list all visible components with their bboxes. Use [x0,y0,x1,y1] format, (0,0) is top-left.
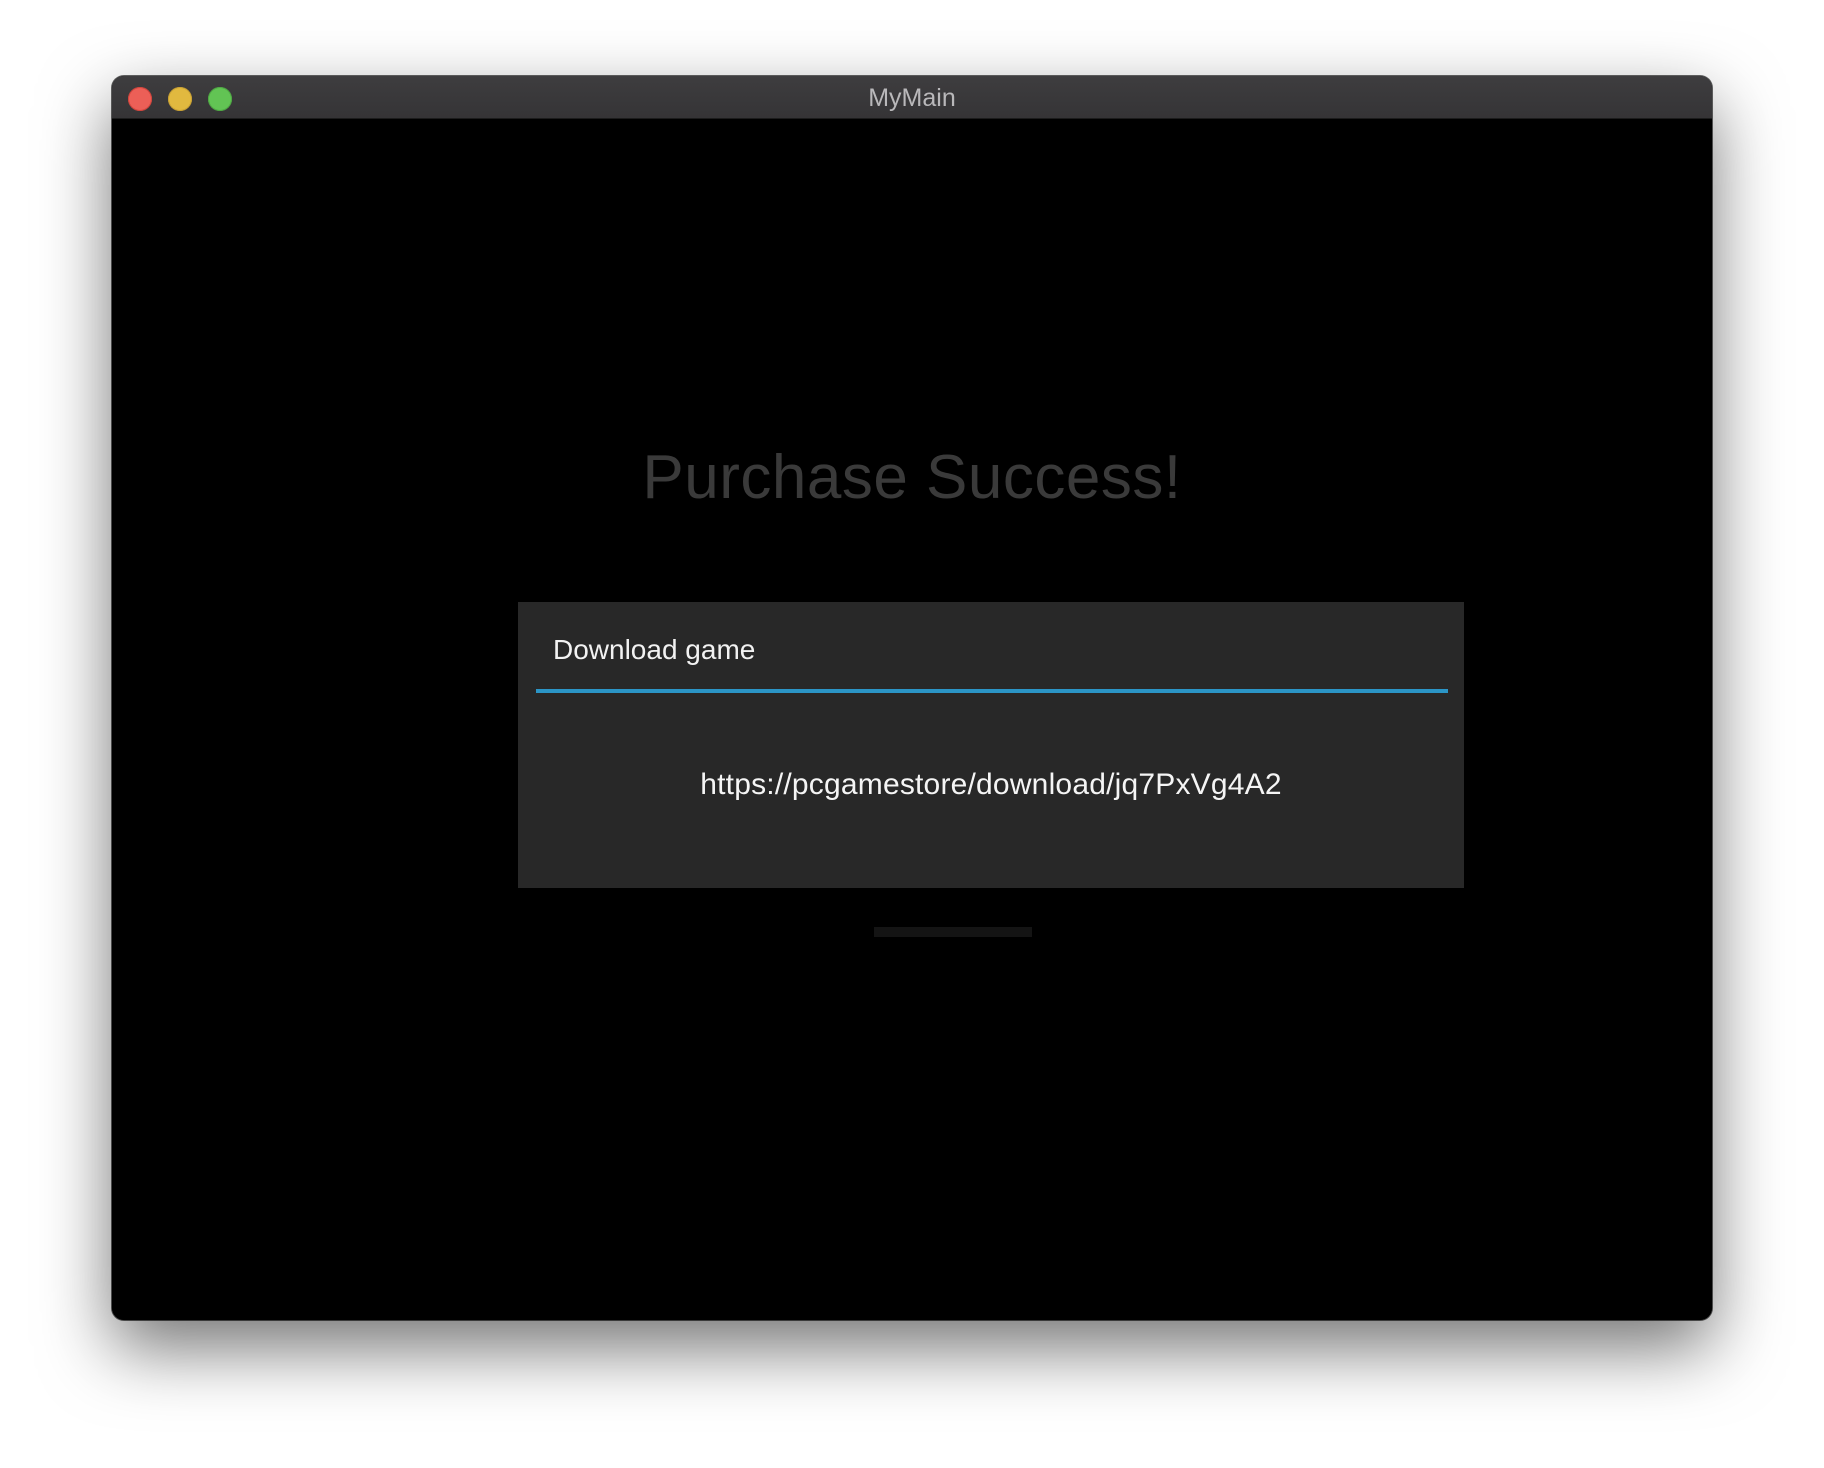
purchase-success-heading: Purchase Success! [642,443,1182,512]
title-bar[interactable]: MyMain [112,76,1712,119]
main-content: Purchase Success! Click button below to … [112,119,1712,1320]
app-window: MyMain Purchase Success! Click button be… [112,76,1712,1320]
get-link-button [874,927,1032,937]
window-title: MyMain [868,84,956,112]
dialog-title: Download game [553,634,756,665]
download-dialog: Download game https://pcgamestore/downlo… [518,602,1464,888]
dialog-title-divider [536,689,1448,693]
download-link-text[interactable]: https://pcgamestore/download/jq7PxVg4A2 [518,768,1464,802]
